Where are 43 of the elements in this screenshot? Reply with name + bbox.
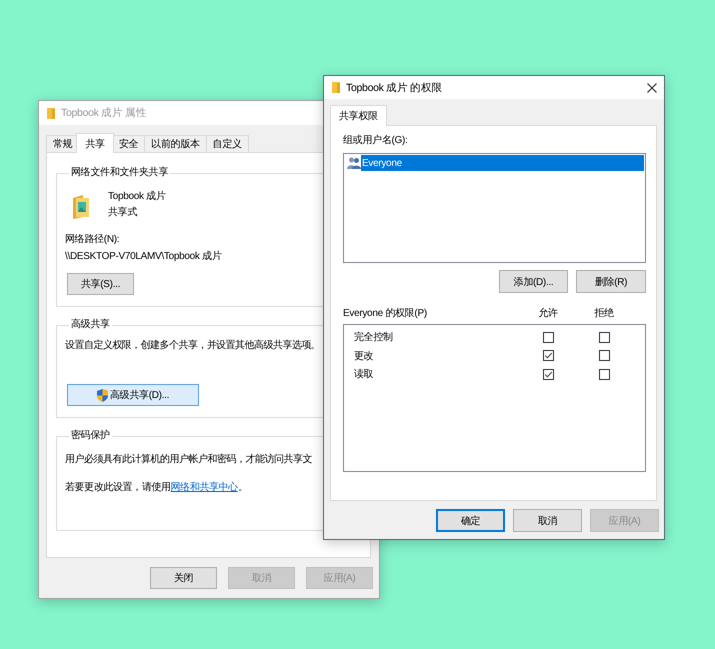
ok-button[interactable]: 确定 xyxy=(436,509,505,532)
column-header: 允许 xyxy=(538,307,558,321)
folder-icon xyxy=(332,82,340,93)
group-title: 高级共享 xyxy=(70,319,111,331)
permissions-label: Everyone 的权限(P) xyxy=(343,307,427,321)
share-button[interactable]: 共享(S)... xyxy=(67,273,134,295)
window-title: Topbook 成片 属性 xyxy=(61,106,147,120)
close-icon[interactable] xyxy=(647,82,657,92)
close-button[interactable]: 关闭 xyxy=(150,567,217,589)
network-path-label: 网络路径(N): xyxy=(65,233,120,247)
advanced-sharing-button[interactable]: 高级共享(D)... xyxy=(67,384,199,406)
share-status: 共享式 xyxy=(108,206,138,220)
checkbox[interactable] xyxy=(542,350,554,362)
users-label: 组或用户名(G): xyxy=(343,134,408,148)
group-title: 密码保护 xyxy=(70,430,111,442)
remove-button[interactable]: 删除(R) xyxy=(576,270,646,293)
folder-icon xyxy=(72,195,90,219)
window-title: Topbook 成片 的权限 xyxy=(346,80,442,94)
permission-name: 读取 xyxy=(354,368,374,382)
shield-icon xyxy=(96,388,108,402)
users-icon xyxy=(347,157,361,169)
network-path: \\DESKTOP-V70LAMV\Topbook 成片 xyxy=(65,250,222,264)
cancel-button[interactable]: 取消 xyxy=(513,509,582,532)
tab[interactable]: 共享权限 xyxy=(330,105,387,126)
user-list-item[interactable]: Everyone xyxy=(361,155,644,171)
permission-name: 完全控制 xyxy=(354,330,393,344)
network-center-link[interactable]: 网络和共享中心 xyxy=(170,482,238,493)
column-header: 拒绝 xyxy=(594,307,614,321)
folder-name: Topbook 成片 xyxy=(108,190,166,204)
checkbox[interactable] xyxy=(598,350,610,362)
checkbox[interactable] xyxy=(542,332,554,343)
checkbox[interactable] xyxy=(598,332,610,343)
checkbox[interactable] xyxy=(598,368,610,380)
tab[interactable]: 自定义 xyxy=(206,135,249,152)
settings-hint: 若要更改此设置，请使用网络和共享中心。 xyxy=(65,480,248,495)
advanced-sharing-description: 设置自定义权限，创建多个共享，并设置其他高级共享选项。 xyxy=(65,338,320,353)
checkbox[interactable] xyxy=(542,368,554,380)
password-description: 用户必须具有此计算机的用户帐户和密码，才能访问共享文 xyxy=(65,452,312,467)
group-title: 网络文件和文件夹共享 xyxy=(70,167,170,179)
permission-name: 更改 xyxy=(354,350,374,363)
folder-icon xyxy=(47,108,55,118)
add-button[interactable]: 添加(D)... xyxy=(499,270,568,293)
tab[interactable]: 共享 xyxy=(76,133,114,153)
